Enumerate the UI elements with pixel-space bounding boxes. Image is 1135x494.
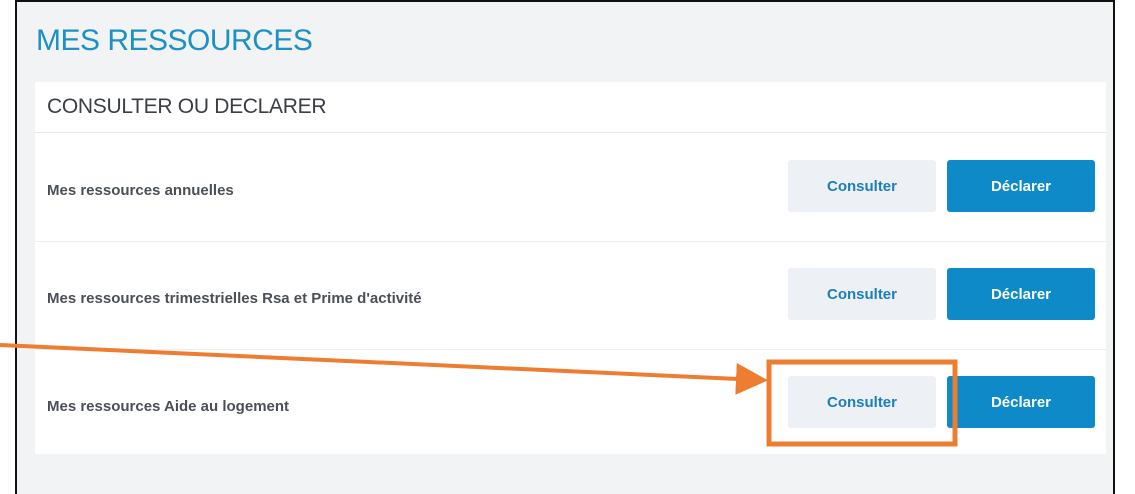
row-label: Mes ressources Aide au logement [47, 397, 290, 415]
page-title: MES RESSOURCES [36, 24, 313, 57]
resource-row-quarterly: Mes ressources trimestrielles Rsa et Pri… [35, 241, 1106, 350]
page-frame: MES RESSOURCES CONSULTER OU DECLARER Mes… [15, 0, 1115, 494]
resources-card: CONSULTER OU DECLARER Mes ressources ann… [35, 82, 1106, 454]
resource-row-annual: Mes ressources annuelles Consulter Décla… [35, 133, 1106, 242]
declare-button[interactable]: Déclarer [947, 268, 1095, 320]
row-label: Mes ressources trimestrielles Rsa et Pri… [47, 289, 422, 307]
consult-button[interactable]: Consulter [788, 376, 936, 428]
card-title: CONSULTER OU DECLARER [47, 95, 327, 118]
row-label: Mes ressources annuelles [47, 181, 234, 199]
consult-button[interactable]: Consulter [788, 160, 936, 212]
declare-button[interactable]: Déclarer [947, 160, 1095, 212]
card-header: CONSULTER OU DECLARER [35, 82, 1106, 133]
resource-row-housing: Mes ressources Aide au logement Consulte… [35, 349, 1106, 457]
declare-button[interactable]: Déclarer [947, 376, 1095, 428]
consult-button[interactable]: Consulter [788, 268, 936, 320]
